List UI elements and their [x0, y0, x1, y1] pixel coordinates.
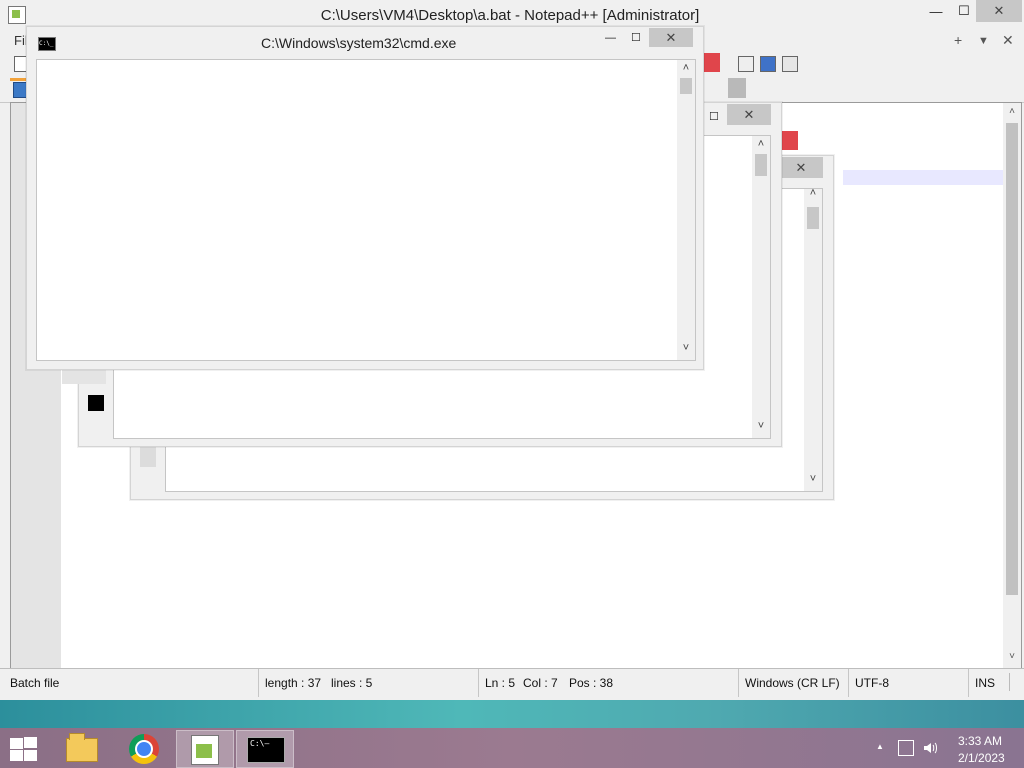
status-file-type: Batch file	[10, 676, 60, 690]
chrome-icon	[129, 734, 159, 764]
status-column: Col : 7	[523, 676, 558, 690]
status-encoding: UTF-8	[848, 669, 889, 697]
scroll-up-icon[interactable]: ˄	[1003, 106, 1021, 117]
cmd-1-minimize-button[interactable]: —	[605, 32, 616, 44]
editor-vertical-scrollbar[interactable]: ˄ ˅	[1003, 103, 1021, 668]
macro-run-multiple-icon[interactable]	[760, 56, 776, 72]
scroll-down-icon[interactable]: ˅	[1003, 651, 1021, 662]
scroll-down-icon[interactable]: ˅	[679, 342, 693, 354]
scroll-up-icon[interactable]: ˄	[806, 187, 820, 199]
command-prompt-icon: C:\—	[247, 737, 285, 763]
cmd-1-maximize-button[interactable]: ☐	[631, 31, 641, 44]
current-line-highlight	[843, 170, 1009, 185]
save-file-icon[interactable]	[13, 82, 27, 98]
status-lines: lines : 5	[331, 676, 373, 690]
status-eol-format: Windows (CR LF)	[738, 669, 840, 697]
cmd-3-scroll-thumb[interactable]	[807, 207, 819, 229]
cmd-1-console-area[interactable]: ˄ ˅	[36, 59, 696, 361]
status-length: length : 37	[258, 669, 335, 697]
scroll-up-icon[interactable]: ˄	[754, 138, 768, 150]
notepad-close-button[interactable]: ✕	[976, 0, 1022, 22]
cmd-3-close-button[interactable]: ✕	[779, 157, 823, 178]
cmd-1-scroll-thumb[interactable]	[680, 78, 692, 94]
new-tab-plus-icon[interactable]: +	[954, 32, 962, 48]
cmd-1-close-button[interactable]: ✕	[649, 28, 693, 47]
macro-play-icon[interactable]	[738, 56, 754, 72]
clock-time[interactable]: 3:33 AM	[958, 734, 1002, 748]
status-insert-mode: INS	[968, 669, 995, 697]
folder-icon	[66, 733, 98, 762]
volume-icon[interactable]	[922, 740, 937, 754]
cmd-2-close-button[interactable]: ✕	[727, 104, 771, 125]
cmd-2-scrollbar[interactable]: ˄ ˅	[752, 136, 770, 438]
cmd-window-1[interactable]: C:\_ C:\Windows\system32\cmd.exe — ☐ ✕ ˄…	[26, 26, 704, 370]
stray-black-block	[88, 395, 104, 411]
taskbar-command-prompt[interactable]: C:\—	[236, 730, 294, 768]
stray-frame-block	[140, 445, 156, 467]
resize-grip[interactable]	[1009, 673, 1022, 691]
clock-date[interactable]: 2/1/2023	[958, 751, 1005, 765]
status-line-number: Ln : 5	[478, 669, 515, 697]
cmd-window-title: C:\Windows\system32\cmd.exe	[261, 35, 457, 51]
toolbar-record-icon	[702, 53, 720, 72]
cmd-2-scroll-thumb[interactable]	[755, 154, 767, 176]
desktop-background	[0, 700, 1024, 730]
cmd-app-icon[interactable]: C:\_	[38, 37, 56, 51]
notepad-window-title: C:\Users\VM4\Desktop\a.bat - Notepad++ […	[320, 7, 700, 24]
network-icon[interactable]	[898, 740, 914, 756]
notepad-statusbar: Batch file length : 37 lines : 5 Ln : 5 …	[0, 668, 1024, 697]
notepad-app-icon[interactable]	[8, 6, 26, 24]
cmd-3-scrollbar[interactable]: ˄ ˅	[804, 187, 822, 491]
start-button[interactable]	[8, 736, 38, 762]
status-position: Pos : 38	[569, 676, 614, 690]
stray-red-block	[780, 131, 798, 150]
macro-save-icon[interactable]	[782, 56, 798, 72]
notepad-plus-plus-icon	[191, 735, 219, 765]
desktop: C:\Users\VM4\Desktop\a.bat - Notepad++ […	[0, 0, 1024, 768]
scroll-up-icon[interactable]: ˄	[679, 62, 693, 74]
taskbar-notepad-plus-plus[interactable]	[176, 730, 234, 768]
scroll-down-icon[interactable]: ˅	[806, 473, 820, 485]
cmd-2-maximize-button[interactable]: ☐	[709, 110, 719, 123]
tab-list-dropdown-icon[interactable]: ▼	[978, 35, 989, 47]
taskbar: C:\— ▲ 3:33 AM 2/1/2023	[0, 728, 1024, 768]
editor-scroll-thumb[interactable]	[1006, 123, 1018, 595]
tray-overflow-chevron-icon[interactable]: ▲	[876, 742, 884, 768]
cmd-1-scrollbar[interactable]: ˄ ˅	[677, 60, 695, 360]
stray-grey-block	[728, 78, 746, 98]
taskbar-chrome[interactable]	[116, 730, 172, 766]
taskbar-file-explorer[interactable]	[52, 730, 108, 766]
scroll-down-icon[interactable]: ˅	[754, 420, 768, 432]
close-tab-x-icon[interactable]: ✕	[1002, 32, 1014, 49]
